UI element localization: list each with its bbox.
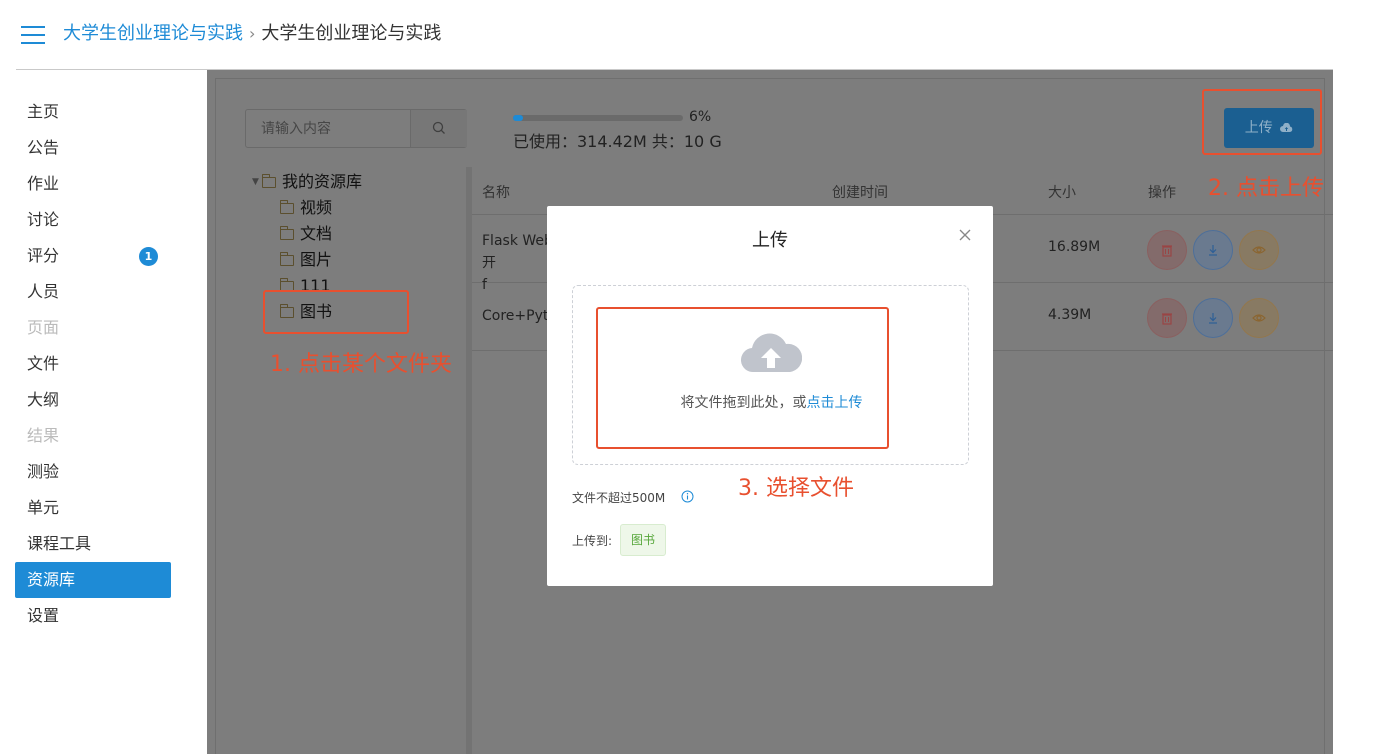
- nav-item-announcements[interactable]: 公告: [15, 130, 171, 166]
- nav-item-home[interactable]: 主页: [15, 94, 171, 130]
- nav-item-settings[interactable]: 设置: [15, 598, 171, 634]
- info-icon[interactable]: [681, 490, 694, 503]
- tree-node-label: 图片: [300, 250, 333, 269]
- breadcrumb: 大学生创业理论与实践 › 大学生创业理论与实践: [63, 22, 441, 46]
- course-nav: 主页 公告 作业 讨论 评分 1 人员 页面 文件 大纲 结果 测验 单元 课程工…: [15, 94, 171, 634]
- eye-icon: [1252, 314, 1266, 322]
- nav-label: 测验: [27, 462, 60, 481]
- close-icon[interactable]: [958, 228, 972, 242]
- search-input[interactable]: [246, 110, 410, 147]
- column-header-actions: 操作: [1148, 185, 1176, 201]
- download-icon: [1209, 313, 1217, 324]
- nav-label: 公告: [27, 138, 60, 157]
- nav-item-course-tools[interactable]: 课程工具: [15, 526, 171, 562]
- dialog-title: 上传: [752, 230, 788, 251]
- nav-label: 主页: [27, 102, 60, 121]
- nav-item-syllabus[interactable]: 大纲: [15, 382, 171, 418]
- breadcrumb-separator: ›: [249, 24, 256, 43]
- search-icon: [432, 121, 445, 134]
- top-bar: 大学生创业理论与实践 › 大学生创业理论与实践: [0, 0, 1376, 68]
- folder-icon: [280, 226, 294, 240]
- column-header-created: 创建时间: [832, 185, 888, 201]
- destination-folder-tag: 图书: [620, 524, 666, 556]
- preview-button[interactable]: [1239, 230, 1279, 270]
- storage-progress-fill: [513, 115, 524, 121]
- column-header-name: 名称: [482, 185, 510, 201]
- nav-item-outcomes: 结果: [15, 418, 171, 454]
- caret-down-icon[interactable]: ▼: [252, 169, 259, 195]
- grades-count-badge: 1: [139, 247, 158, 266]
- tree-node-documents[interactable]: 文档: [246, 221, 466, 247]
- folder-icon: [280, 252, 294, 266]
- nav-item-discussions[interactable]: 讨论: [15, 202, 171, 238]
- nav-item-grades[interactable]: 评分 1: [15, 238, 171, 274]
- menu-icon[interactable]: [21, 26, 45, 44]
- tree-node-images[interactable]: 图片: [246, 247, 466, 273]
- breadcrumb-root-link[interactable]: 大学生创业理论与实践: [63, 23, 243, 44]
- search-button[interactable]: [410, 110, 467, 147]
- folder-icon: [280, 200, 294, 214]
- file-size: 4.39M: [1048, 307, 1092, 323]
- nav-item-assignments[interactable]: 作业: [15, 166, 171, 202]
- nav-item-quizzes[interactable]: 测验: [15, 454, 171, 490]
- delete-button[interactable]: [1147, 298, 1187, 338]
- nav-item-files[interactable]: 文件: [15, 346, 171, 382]
- folder-icon: [262, 174, 276, 188]
- tree-node-video[interactable]: 视频: [246, 195, 466, 221]
- trash-icon: [1162, 245, 1172, 257]
- search-box: [245, 109, 467, 148]
- destination-label: 上传到:: [572, 534, 613, 548]
- trash-icon: [1162, 313, 1172, 325]
- nav-label: 课程工具: [27, 534, 92, 553]
- breadcrumb-current: 大学生创业理论与实践: [261, 23, 442, 44]
- nav-item-people[interactable]: 人员: [15, 274, 171, 310]
- nav-label: 结果: [27, 426, 60, 445]
- column-header-size: 大小: [1048, 185, 1076, 201]
- nav-label: 评分: [27, 246, 60, 265]
- file-size: 16.89M: [1048, 239, 1101, 255]
- download-icon: [1209, 245, 1217, 256]
- annotation-box-upload: [1202, 89, 1322, 155]
- storage-usage-text: 已使用：314.42M 共：10 G: [513, 132, 722, 151]
- annotation-step-2: 2. 点击上传: [1208, 176, 1324, 201]
- tree-node-label: 我的资源库: [282, 172, 363, 191]
- nav-label: 文件: [27, 354, 60, 373]
- nav-label: 资源库: [27, 570, 76, 589]
- nav-label: 页面: [27, 318, 60, 337]
- tree-node-root[interactable]: ▼ 我的资源库: [246, 169, 466, 195]
- annotation-step-3: 3. 选择文件: [738, 476, 854, 501]
- file-size-limit: 文件不超过500M: [572, 491, 666, 505]
- nav-label: 大纲: [27, 390, 60, 409]
- annotation-box-folder: [263, 290, 409, 334]
- tree-node-label: 文档: [300, 224, 333, 243]
- delete-button[interactable]: [1147, 230, 1187, 270]
- nav-label: 讨论: [27, 210, 60, 229]
- nav-item-modules[interactable]: 单元: [15, 490, 171, 526]
- annotation-step-1: 1. 点击某个文件夹: [270, 352, 452, 377]
- eye-icon: [1252, 246, 1266, 254]
- nav-label: 设置: [27, 606, 60, 625]
- nav-label: 作业: [27, 174, 60, 193]
- nav-item-pages: 页面: [15, 310, 171, 346]
- download-button[interactable]: [1193, 230, 1233, 270]
- storage-percent: 6%: [689, 109, 712, 125]
- tree-node-label: 视频: [300, 198, 333, 217]
- download-button[interactable]: [1193, 298, 1233, 338]
- nav-label: 人员: [27, 282, 60, 301]
- preview-button[interactable]: [1239, 298, 1279, 338]
- storage-progress-bar: [513, 115, 683, 121]
- nav-label: 单元: [27, 498, 60, 517]
- annotation-box-dropzone: [596, 307, 889, 449]
- nav-item-resource-library[interactable]: 资源库: [15, 562, 171, 598]
